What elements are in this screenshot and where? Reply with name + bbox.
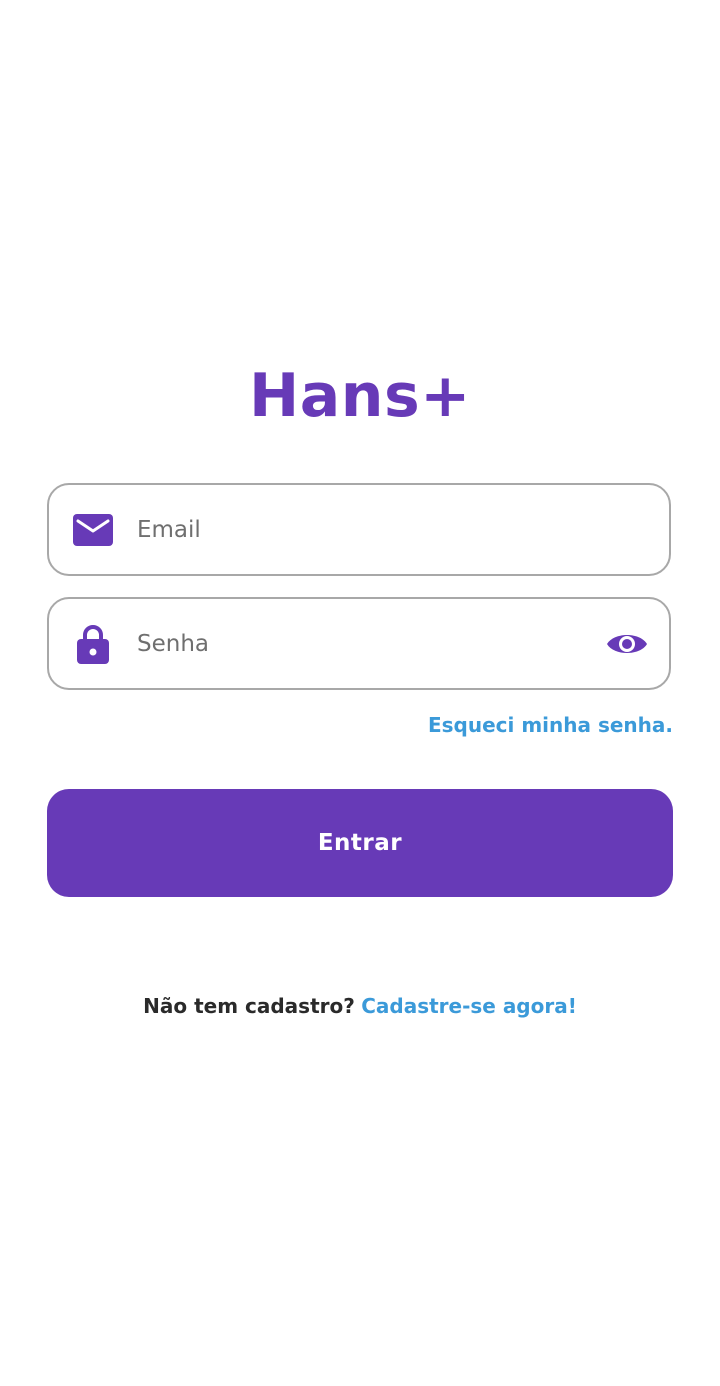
email-input[interactable] — [137, 485, 577, 574]
forgot-password-link[interactable]: Esqueci minha senha. — [428, 713, 673, 737]
signup-link[interactable]: Cadastre-se agora! — [361, 994, 577, 1018]
signup-row: Não tem cadastro? Cadastre-se agora! — [0, 992, 720, 1020]
password-input[interactable] — [137, 599, 577, 688]
login-button[interactable]: Entrar — [47, 789, 673, 897]
lock-icon — [73, 624, 113, 664]
signup-prompt: Não tem cadastro? — [143, 994, 355, 1018]
app-title: Hans+ — [249, 361, 471, 431]
mail-icon — [73, 510, 113, 550]
password-field[interactable] — [47, 597, 671, 690]
email-field[interactable] — [47, 483, 671, 576]
eye-icon[interactable] — [605, 622, 649, 666]
